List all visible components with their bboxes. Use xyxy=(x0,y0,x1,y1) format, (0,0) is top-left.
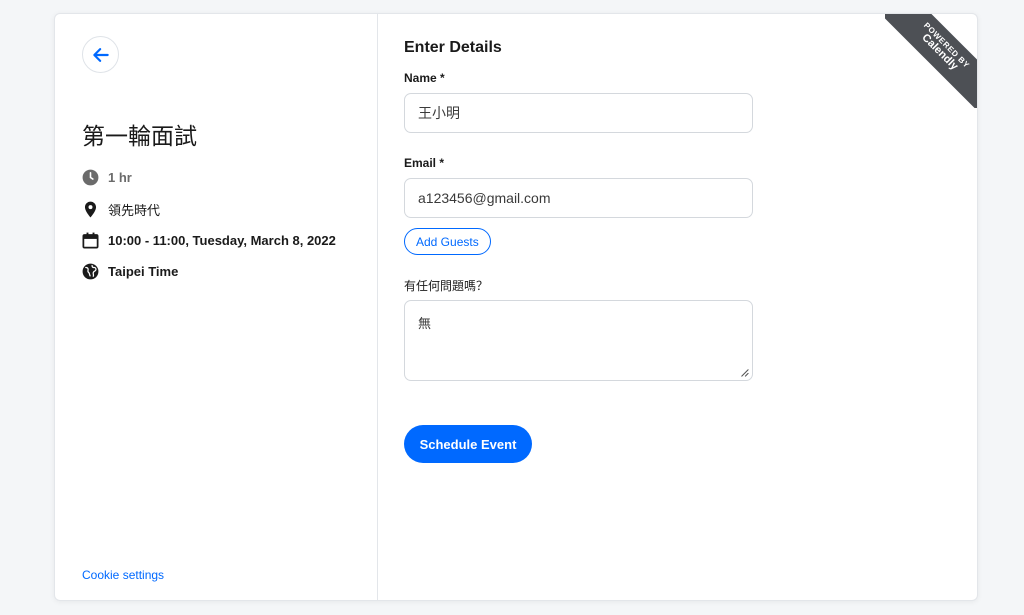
add-guests-button[interactable]: Add Guests xyxy=(404,228,491,255)
question-textarea-value: 無 xyxy=(418,317,432,332)
event-duration: 1 hr xyxy=(81,167,132,187)
question-label: 有任何問題嗎？ xyxy=(404,279,489,293)
back-button[interactable] xyxy=(82,36,119,73)
booking-form-panel: Enter Details Name * 王小明 Email * a123456… xyxy=(378,14,977,600)
event-details-panel: 第一輪面試 1 hr 領先時代 10:00 - 11:00, Tuesday, … xyxy=(55,14,378,600)
globe-icon xyxy=(81,262,100,281)
resize-handle-icon[interactable] xyxy=(740,368,749,377)
event-timezone: Taipei Time xyxy=(81,261,178,281)
email-label: Email * xyxy=(404,156,445,170)
event-datetime: 10:00 - 11:00, Tuesday, March 8, 2022 xyxy=(81,230,336,250)
booking-card: 第一輪面試 1 hr 領先時代 10:00 - 11:00, Tuesday, … xyxy=(54,13,978,601)
map-pin-icon xyxy=(81,200,100,219)
name-input[interactable]: 王小明 xyxy=(404,93,753,133)
event-datetime-text: 10:00 - 11:00, Tuesday, March 8, 2022 xyxy=(108,232,336,248)
arrow-left-icon xyxy=(92,47,109,62)
powered-by-badge[interactable]: POWERED BY Calendly xyxy=(885,14,977,108)
question-textarea[interactable]: 無 xyxy=(404,300,753,381)
schedule-event-button[interactable]: Schedule Event xyxy=(404,425,532,463)
event-title: 第一輪面試 xyxy=(82,124,197,150)
clock-icon xyxy=(81,168,100,187)
event-location: 領先時代 xyxy=(81,199,160,219)
form-section-title: Enter Details xyxy=(404,39,502,56)
event-duration-text: 1 hr xyxy=(108,169,132,185)
powered-by-ribbon[interactable]: POWERED BY Calendly xyxy=(885,14,977,108)
cookie-settings-link[interactable]: Cookie settings xyxy=(82,568,164,582)
name-label: Name * xyxy=(404,71,445,85)
calendar-icon xyxy=(81,231,100,250)
email-input[interactable]: a123456@gmail.com xyxy=(404,178,753,218)
event-location-text: 領先時代 xyxy=(108,203,161,219)
event-timezone-text: Taipei Time xyxy=(108,263,179,279)
